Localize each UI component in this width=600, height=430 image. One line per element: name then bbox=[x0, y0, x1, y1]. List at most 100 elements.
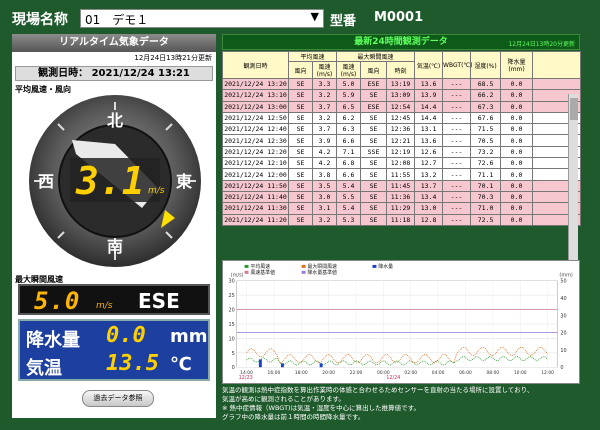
header-bar: 現場名称 01 デモ１ ▼ 型番 M0001 bbox=[0, 0, 600, 34]
table-cell: 2021/12/24 13:20 bbox=[222, 77, 289, 91]
site-select[interactable]: 01 デモ１ ▼ bbox=[80, 9, 324, 28]
compass-north: 北 bbox=[107, 111, 123, 130]
y-right-tick-label: 10 bbox=[560, 348, 566, 354]
table-cell: 0.0 bbox=[500, 179, 534, 192]
date-mid: 12/24 bbox=[386, 375, 400, 381]
table-cell: 2021/12/24 13:00 bbox=[222, 100, 289, 113]
model-label: 型番 bbox=[330, 14, 357, 29]
table-row: 2021/12/24 13:20 SE 3.3 5.0 ESE 13:19 13.6 --- 6… bbox=[222, 77, 582, 91]
wind-speed-unit: m/s bbox=[148, 186, 165, 196]
table-cell: 3.7 bbox=[311, 123, 338, 136]
table-cell: SE bbox=[360, 168, 388, 181]
legend-swatch bbox=[301, 270, 306, 274]
history-button[interactable]: 過去データ参照 bbox=[82, 390, 154, 407]
table-cell: 14.4 bbox=[414, 111, 444, 125]
table-cell: 13.6 bbox=[414, 134, 444, 147]
table-cell: 71.0 bbox=[470, 202, 502, 215]
legend-label: 風速基準値 bbox=[250, 269, 275, 276]
col-header-rain: 降水量(mm) bbox=[500, 51, 534, 79]
table-cell: 11:18 bbox=[386, 213, 416, 226]
table-cell: 2021/12/24 12:10 bbox=[222, 157, 289, 170]
table-cell: 71.5 bbox=[470, 123, 502, 136]
table-cell: 14.4 bbox=[414, 100, 444, 113]
table-cell: 3.9 bbox=[311, 134, 338, 147]
table-cell: --- bbox=[442, 190, 472, 204]
realtime-title: リアルタイム気象データ bbox=[12, 34, 216, 52]
table-row: 2021/12/24 11:40 SE 3.0 5.5 SE 11:36 13.4 --- 70… bbox=[222, 190, 582, 204]
col-header-wbgt: WBGT(℃) bbox=[442, 51, 473, 79]
compass-south: 南 bbox=[107, 237, 123, 256]
table-cell: 12:08 bbox=[386, 157, 416, 170]
table-cell: 0.0 bbox=[500, 145, 534, 159]
table-cell: 2021/12/24 11:40 bbox=[222, 190, 289, 204]
chart-grid bbox=[236, 280, 558, 368]
table-cell: 3.3 bbox=[311, 77, 338, 91]
table-scrollbar[interactable] bbox=[568, 94, 578, 284]
table-cell: 4.2 bbox=[311, 145, 338, 159]
rain-bar bbox=[280, 363, 284, 368]
date-left: 12/23 bbox=[239, 375, 253, 381]
y-right-tick-label: 50 bbox=[560, 279, 566, 285]
scrollbar-thumb[interactable] bbox=[570, 98, 578, 120]
y-tick-label: 5 bbox=[232, 351, 235, 357]
table-cell: ESE bbox=[360, 77, 388, 91]
table-cell: 13.0 bbox=[414, 202, 444, 215]
table-cell: 13.9 bbox=[414, 89, 444, 102]
table-cell: 3.0 bbox=[311, 190, 338, 204]
table-cell: SE bbox=[288, 168, 313, 181]
table-cell: SE bbox=[360, 111, 388, 125]
site-name-label: 現場名称 bbox=[12, 12, 68, 28]
table-cell: 5.4 bbox=[336, 179, 362, 192]
table-cell: SE bbox=[288, 134, 313, 147]
table-cell: 2021/12/24 11:30 bbox=[222, 202, 289, 215]
table-cell: 2021/12/24 11:50 bbox=[222, 179, 289, 192]
y-right-tick-label: 40 bbox=[560, 296, 566, 302]
col-header-avg: 平均風速 bbox=[287, 51, 338, 62]
table-cell: SE bbox=[288, 111, 313, 125]
table-cell: SE bbox=[288, 77, 313, 91]
table-cell: SE bbox=[288, 123, 313, 136]
legend-swatch bbox=[301, 264, 306, 268]
legend-label: 降水量基準値 bbox=[308, 269, 338, 276]
temp-value: 13.5 bbox=[106, 351, 159, 376]
rain-bar bbox=[319, 363, 323, 368]
table-cell: 67.3 bbox=[470, 100, 502, 113]
col-header-max-speed: 風速(m/s) bbox=[336, 61, 362, 79]
note-line: ※ 熱中症情報（WBGT)は気温・湿度を中心に算出した推算値です。 bbox=[222, 404, 420, 412]
table-cell: 68.5 bbox=[470, 77, 502, 91]
table-cell: 3.5 bbox=[311, 179, 338, 192]
table-cell: --- bbox=[442, 145, 472, 159]
table-cell: 13:09 bbox=[386, 89, 416, 102]
table-cell: --- bbox=[442, 89, 472, 102]
table-cell: 0.0 bbox=[500, 157, 534, 170]
col-header-max: 最大瞬間風速 bbox=[336, 51, 416, 62]
rain-value: 0.0 bbox=[106, 323, 146, 348]
col-header-temp: 気温(℃) bbox=[414, 51, 444, 79]
compass-west: 西 bbox=[38, 172, 54, 191]
y-tick-label: 20 bbox=[228, 308, 234, 314]
table-cell: 11:36 bbox=[386, 190, 416, 204]
table-cell: 0.0 bbox=[500, 202, 534, 215]
rain-label: 降水量 bbox=[26, 330, 80, 351]
table-cell: --- bbox=[442, 168, 472, 181]
table-cell: --- bbox=[442, 123, 472, 136]
table-row: 2021/12/24 11:50 SE 3.5 5.4 SE 11:45 13.7 --- 70… bbox=[222, 179, 582, 192]
table-cell: 2021/12/24 12:50 bbox=[222, 111, 289, 125]
note-line: 気温が高めに観測されることがあります。 bbox=[222, 395, 345, 403]
table-cell: 11:29 bbox=[386, 202, 416, 215]
table-cell: 6.6 bbox=[336, 134, 362, 147]
table-cell: 5.4 bbox=[336, 202, 362, 215]
table-cell: 6.6 bbox=[336, 168, 362, 181]
table-cell: SE bbox=[288, 179, 313, 192]
col-header-max-clock: 時刻 bbox=[386, 61, 416, 79]
y-tick-label: 0 bbox=[232, 365, 235, 371]
table-cell: 70.3 bbox=[470, 190, 502, 204]
col-header-humidity: 湿度(%) bbox=[470, 51, 502, 79]
table-row: 2021/12/24 12:20 SE 4.2 7.1 SSE 12:19 12.6 --- 7… bbox=[222, 145, 582, 159]
table-cell: 12:36 bbox=[386, 123, 416, 136]
legend-label: 降水量 bbox=[378, 263, 393, 270]
table-row: 2021/12/24 11:20 SE 3.2 5.3 SE 11:18 12.8 --- 72… bbox=[222, 213, 582, 226]
y-tick-label: 30 bbox=[228, 279, 234, 285]
table-cell: SE bbox=[360, 134, 388, 147]
table-cell: 12.8 bbox=[414, 213, 444, 226]
